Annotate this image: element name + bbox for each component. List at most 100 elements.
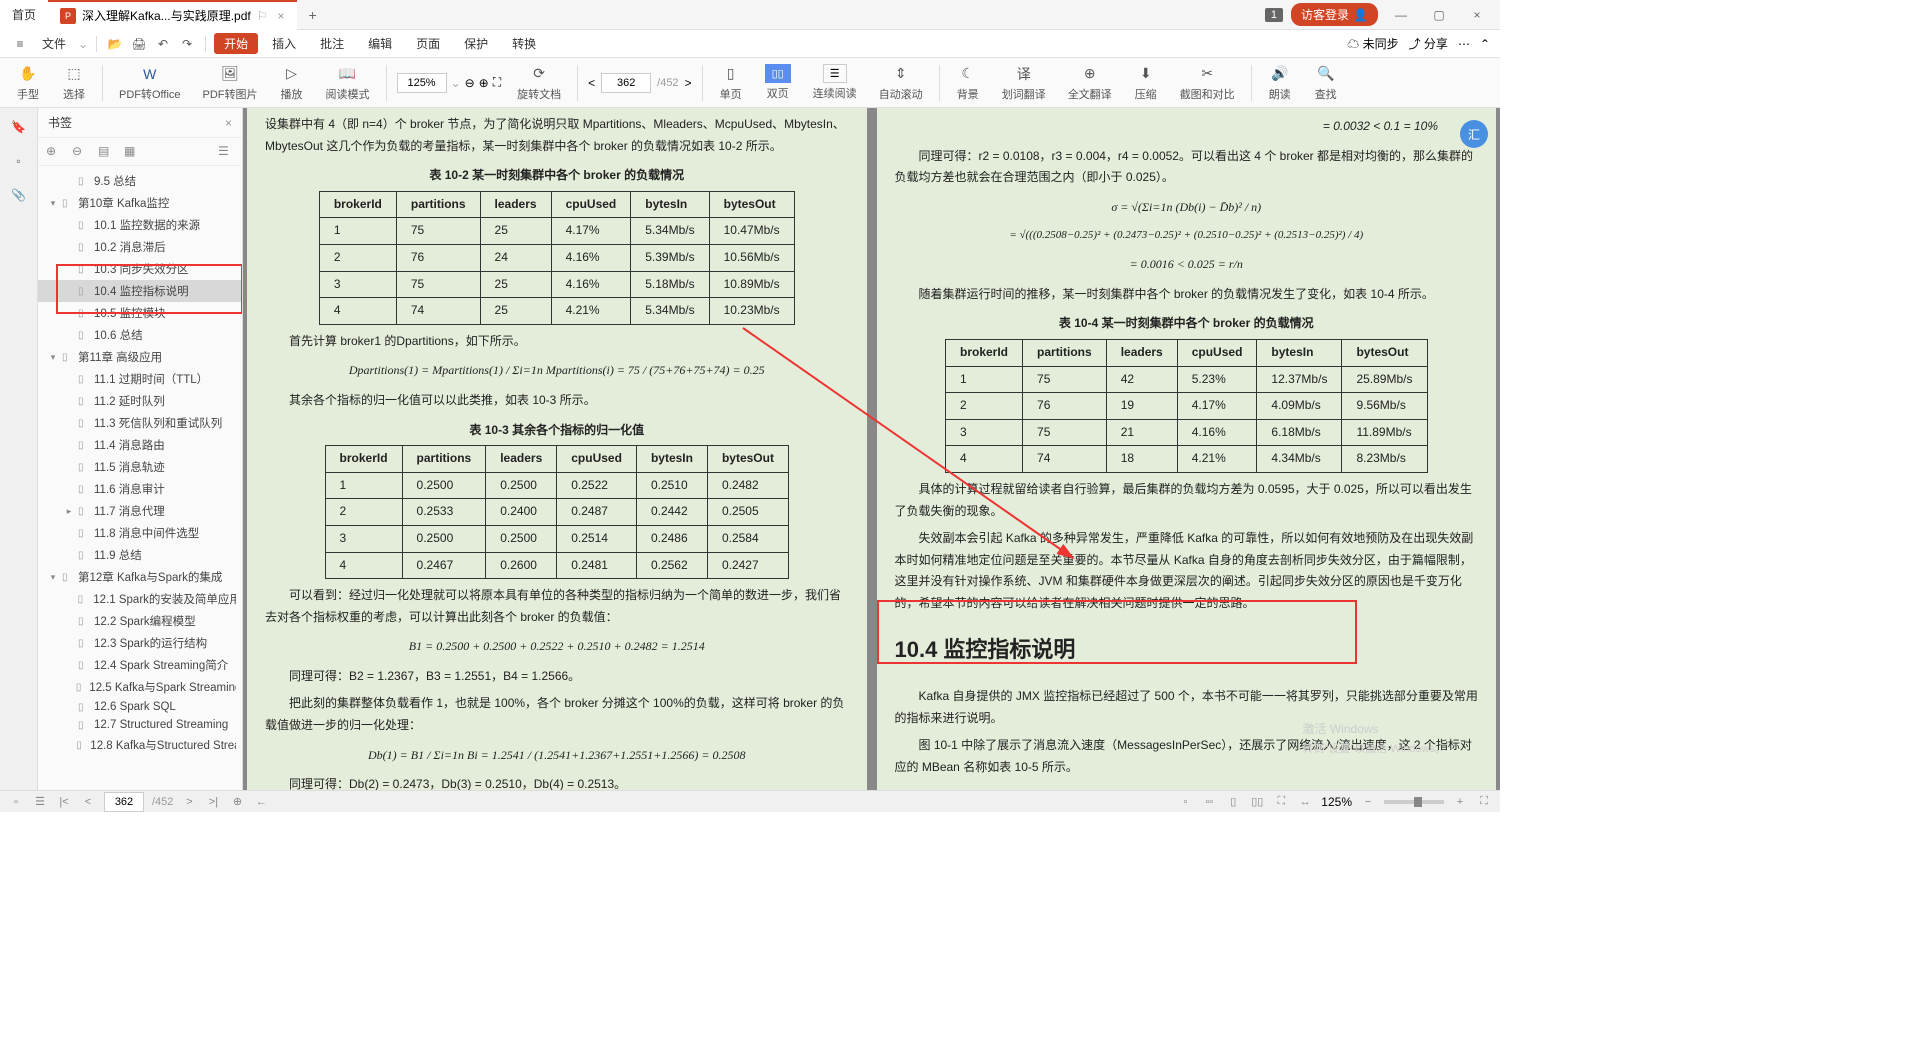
play-tool[interactable]: ▷播放 (274, 64, 310, 102)
login-button[interactable]: 访客登录👤 (1291, 3, 1378, 26)
outline-item[interactable]: ▯12.2 Spark编程模型 (38, 610, 242, 632)
outline-item[interactable]: ▯11.6 消息审计 (38, 478, 242, 500)
file-menu[interactable]: 文件 (34, 35, 74, 52)
outline-item[interactable]: ▯11.8 消息中间件选型 (38, 522, 242, 544)
page-number-input[interactable] (601, 73, 651, 93)
hand-tool[interactable]: ✋手型 (10, 64, 46, 102)
annotate-menu[interactable]: 批注 (310, 35, 354, 52)
first-page-icon[interactable]: |< (56, 794, 72, 810)
notification-badge[interactable]: 1 (1265, 8, 1283, 22)
edit-menu[interactable]: 编辑 (358, 35, 402, 52)
outline-item[interactable]: ▯10.6 总结 (38, 324, 242, 346)
convert-menu[interactable]: 转换 (502, 35, 546, 52)
attachments-rail-icon[interactable]: 📎 (8, 184, 30, 206)
single-page-tool[interactable]: ▯单页 (713, 64, 749, 102)
select-tool[interactable]: ⬚选择 (56, 64, 92, 102)
outline-item[interactable]: ▯12.6 Spark SQL (38, 698, 242, 716)
auto-scroll-tool[interactable]: ⇕自动滚动 (873, 64, 929, 102)
outline-item[interactable]: ▯10.2 消息滞后 (38, 236, 242, 258)
zoom-out-status-icon[interactable]: − (1360, 794, 1376, 810)
next-page-icon[interactable]: > (685, 76, 692, 90)
add-bookmark-icon[interactable]: ⊕ (46, 144, 62, 160)
zoom-in-status-icon[interactable]: + (1452, 794, 1468, 810)
outline-item[interactable]: ▯10.4 监控指标说明 (38, 280, 242, 302)
outline-item[interactable]: ▯10.1 监控数据的来源 (38, 214, 242, 236)
read-mode-tool[interactable]: 📖阅读模式 (320, 64, 376, 102)
word-translate-tool[interactable]: 译划词翻译 (996, 64, 1052, 102)
fit-page-icon[interactable]: ⛶ (1273, 794, 1289, 810)
outline-item[interactable]: ▾▯第11章 高级应用 (38, 346, 242, 368)
last-page-icon[interactable]: >| (205, 794, 221, 810)
background-tool[interactable]: ☾背景 (950, 64, 986, 102)
outline-item[interactable]: ▯12.3 Spark的运行结构 (38, 632, 242, 654)
pdf-to-office[interactable]: WPDF转Office (113, 64, 187, 102)
collapse-ribbon-icon[interactable]: ⌃ (1480, 37, 1490, 51)
print-icon[interactable]: 🖨 (129, 34, 149, 54)
read-aloud-tool[interactable]: 🔊朗读 (1262, 64, 1298, 102)
outline-item[interactable]: ▯12.8 Kafka与Structured Streaming (38, 734, 242, 756)
outline-item[interactable]: ▾▯第10章 Kafka监控 (38, 192, 242, 214)
close-window-icon[interactable]: × (1462, 0, 1492, 30)
expand-all-icon[interactable]: ▤ (98, 144, 114, 160)
expand-icon[interactable]: ▸ (64, 506, 74, 517)
bookmark-rail-icon[interactable]: 🔖 (8, 116, 30, 138)
maximize-icon[interactable]: ▢ (1424, 0, 1454, 30)
outline-item[interactable]: ▸▯11.7 消息代理 (38, 500, 242, 522)
share-button[interactable]: ⤴ 分享 (1409, 35, 1448, 52)
view-mode-1-icon[interactable]: ▫ (1177, 794, 1193, 810)
collapse-all-icon[interactable]: ▦ (124, 144, 140, 160)
delete-bookmark-icon[interactable]: ⊖ (72, 144, 88, 160)
file-tab[interactable]: P 深入理解Kafka...与实践原理.pdf ⚐ × (48, 0, 297, 30)
full-translate-tool[interactable]: ⊕全文翻译 (1062, 64, 1118, 102)
outline-item[interactable]: ▯12.7 Structured Streaming (38, 716, 242, 734)
outline-item[interactable]: ▯11.5 消息轨迹 (38, 456, 242, 478)
pin-icon[interactable]: ⚐ (257, 9, 268, 23)
thumbnails-rail-icon[interactable]: ▫ (8, 150, 30, 172)
assistant-float-button[interactable]: 汇 (1460, 120, 1488, 148)
add-tab-button[interactable]: + (297, 7, 329, 23)
zoom-slider[interactable] (1384, 800, 1444, 804)
outline-item[interactable]: ▯11.2 延时队列 (38, 390, 242, 412)
outline-icon[interactable]: ☰ (32, 794, 48, 810)
insert-menu[interactable]: 插入 (262, 35, 306, 52)
view-mode-2-icon[interactable]: ▫▫ (1201, 794, 1217, 810)
zoom-input[interactable] (397, 73, 447, 93)
outline-item[interactable]: ▯10.5 监控模块 (38, 302, 242, 324)
outline-item[interactable]: ▯12.4 Spark Streaming简介 (38, 654, 242, 676)
add-page-icon[interactable]: ⊕ (229, 794, 245, 810)
thumbnails-icon[interactable]: ▫ (8, 794, 24, 810)
menu-icon[interactable]: ≡ (10, 34, 30, 54)
page-menu[interactable]: 页面 (406, 35, 450, 52)
sidebar-close-icon[interactable]: × (225, 116, 232, 130)
outline-item[interactable]: ▯11.3 死信队列和重试队列 (38, 412, 242, 434)
fit-width-status-icon[interactable]: ↔ (1297, 794, 1313, 810)
next-page-status-icon[interactable]: > (181, 794, 197, 810)
outline-item[interactable]: ▯10.3 同步失效分区 (38, 258, 242, 280)
zoom-out-icon[interactable]: ⊖ (465, 76, 475, 90)
start-menu[interactable]: 开始 (214, 33, 258, 54)
prev-page-icon[interactable]: < (588, 76, 595, 90)
outline-item[interactable]: ▯12.5 Kafka与Spark Streaming的整合 (38, 676, 242, 698)
outline-item[interactable]: ▯11.1 过期时间（TTL） (38, 368, 242, 390)
compress-tool[interactable]: ⬇压缩 (1128, 64, 1164, 102)
home-tab[interactable]: 首页 (0, 0, 48, 30)
protect-menu[interactable]: 保护 (454, 35, 498, 52)
view-mode-4-icon[interactable]: ▯▯ (1249, 794, 1265, 810)
expand-icon[interactable]: ▾ (48, 198, 58, 209)
zoom-in-icon[interactable]: ⊕ (479, 76, 489, 90)
outline-item[interactable]: ▯9.5 总结 (38, 170, 242, 192)
redo-icon[interactable]: ↷ (177, 34, 197, 54)
expand-icon[interactable]: ▾ (48, 572, 58, 583)
minimize-icon[interactable]: — (1386, 0, 1416, 30)
pdf-to-image[interactable]: 🖼PDF转图片 (197, 64, 264, 102)
rotate-tool[interactable]: ⟳旋转文档 (511, 64, 567, 102)
continuous-tool[interactable]: ☰连续阅读 (807, 64, 863, 101)
double-page-tool[interactable]: ▯▯双页 (759, 64, 797, 101)
expand-icon[interactable]: ▾ (48, 352, 58, 363)
outline-item[interactable]: ▯12.1 Spark的安装及简单应用 (38, 588, 242, 610)
outline-item[interactable]: ▯11.4 消息路由 (38, 434, 242, 456)
crop-compare-tool[interactable]: ✂截图和对比 (1174, 64, 1241, 102)
document-viewport[interactable]: 设集群中有 4（即 n=4）个 broker 节点，为了简化说明只取 Mpart… (243, 108, 1500, 790)
fit-width-icon[interactable]: ⛶ (493, 75, 501, 90)
fullscreen-icon[interactable]: ⛶ (1476, 794, 1492, 810)
